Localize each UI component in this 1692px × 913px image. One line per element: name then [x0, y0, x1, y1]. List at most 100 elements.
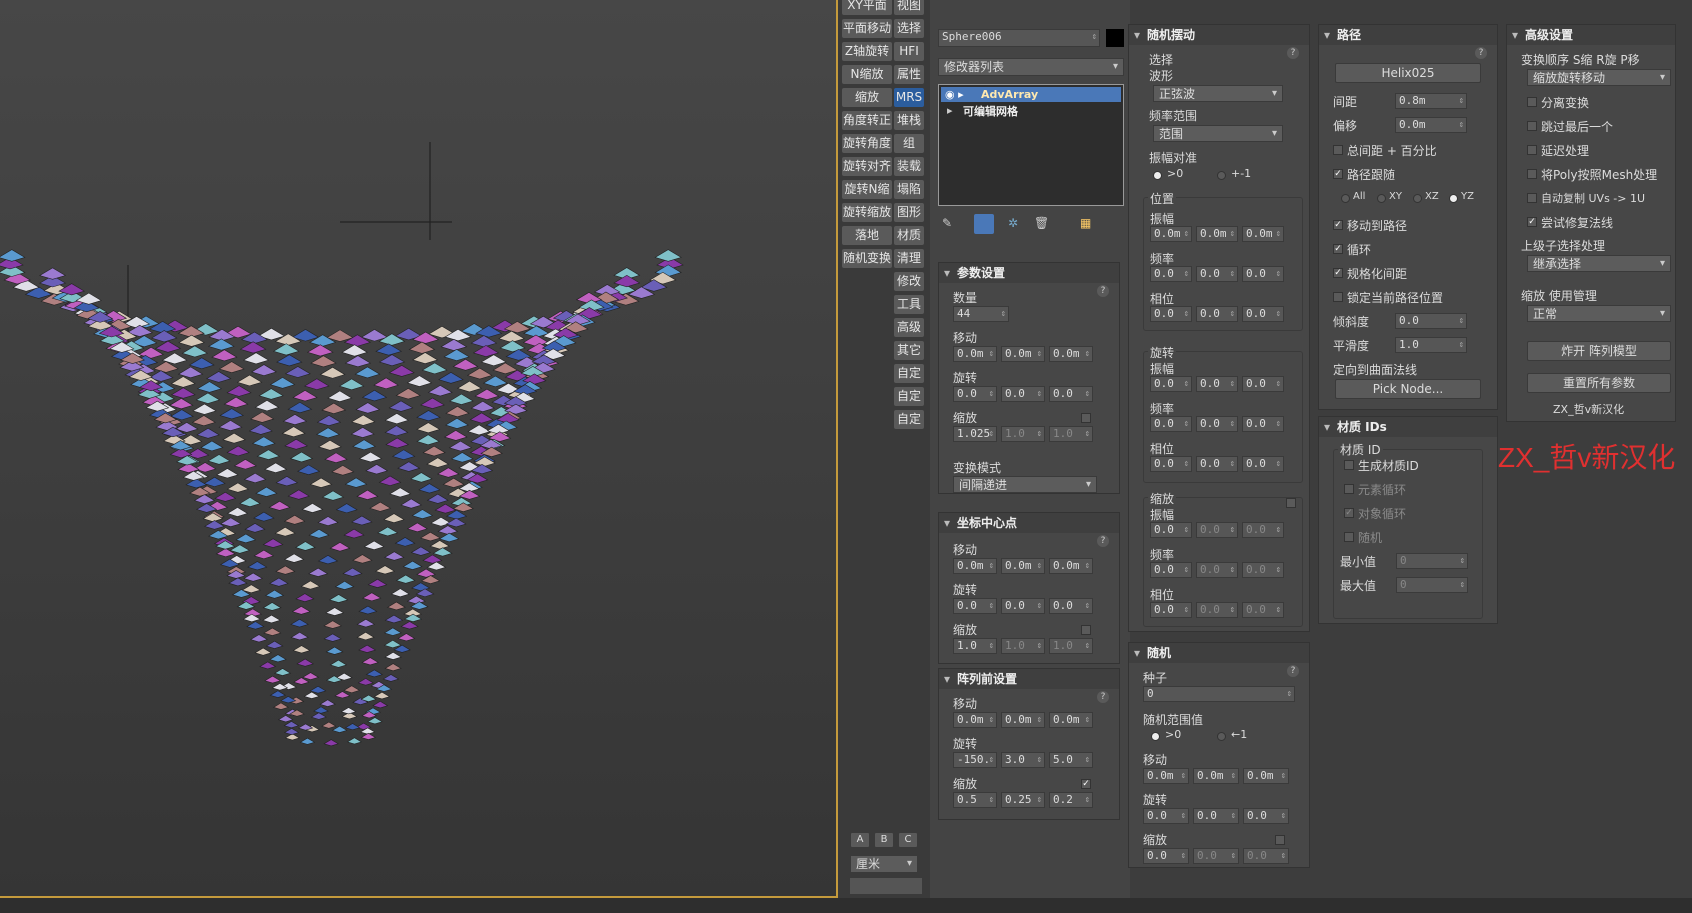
move-x[interactable]: 0.0m [953, 558, 997, 574]
scale-z[interactable]: 1.0 [1049, 638, 1093, 654]
scl-freq-z[interactable]: 0.0 [1242, 562, 1284, 578]
tool-button[interactable]: 其它 [894, 341, 924, 360]
unique-icon[interactable]: ✲ [1008, 216, 1018, 230]
tool-button[interactable]: 材质 [894, 226, 924, 245]
tool-button[interactable]: 堆栈 [894, 111, 924, 130]
rot-freq-y[interactable]: 0.0 [1196, 416, 1238, 432]
scale-x[interactable]: 0.0 [1143, 848, 1189, 864]
move-z[interactable]: 0.0m [1243, 768, 1289, 784]
rot-y[interactable]: 0.0 [1193, 808, 1239, 824]
move-y[interactable]: 0.0m [1001, 712, 1045, 728]
tool-button[interactable]: 塌陷 [894, 180, 924, 199]
tool-button[interactable]: 旋转缩放 [842, 203, 892, 222]
uniform-scale-checkbox[interactable]: ✓ [1081, 779, 1091, 789]
axis-xy-radio[interactable] [1377, 194, 1386, 203]
move-y[interactable]: 0.0m [1001, 346, 1045, 362]
a-button[interactable]: A [850, 832, 870, 848]
scl-amp-x[interactable]: 0.0 [1150, 522, 1192, 538]
help-icon[interactable]: ? [1097, 285, 1109, 297]
tool-button[interactable]: HFI [894, 42, 924, 61]
rot-x[interactable]: 0.0 [1143, 808, 1189, 824]
help-icon[interactable]: ? [1097, 691, 1109, 703]
max-spinner[interactable]: 0 [1396, 577, 1468, 593]
tool-button[interactable]: 旋转N缩 [842, 180, 892, 199]
rot-x[interactable]: -150. [953, 752, 997, 768]
tool-button[interactable]: 图形 [894, 203, 924, 222]
rot-x[interactable]: 0.0 [953, 386, 997, 402]
pos-amp-x[interactable]: 0.0m [1150, 226, 1192, 242]
advanced-rollout-title[interactable]: 高级设置 [1507, 25, 1675, 45]
axis-all-radio[interactable] [1341, 194, 1350, 203]
scl-amp-y[interactable]: 0.0 [1196, 522, 1238, 538]
move-to-checkbox[interactable]: ✓ [1333, 220, 1343, 230]
elem-checkbox[interactable] [1344, 484, 1354, 494]
object-name-field[interactable]: Sphere006 [938, 29, 1100, 47]
path-pick-button[interactable]: Helix025 [1335, 63, 1481, 83]
tool-button[interactable]: 自定 [894, 364, 924, 383]
tool-button[interactable]: 高级 [894, 318, 924, 337]
rot-phase-x[interactable]: 0.0 [1150, 456, 1192, 472]
rot-freq-z[interactable]: 0.0 [1242, 416, 1284, 432]
rot-amp-x[interactable]: 0.0 [1150, 376, 1192, 392]
scale-x[interactable]: 1.025 [953, 426, 997, 442]
rot-z[interactable]: 5.0 [1049, 752, 1093, 768]
scale-z[interactable]: 0.0 [1243, 848, 1289, 864]
opt-2-checkbox[interactable] [1527, 145, 1537, 155]
unit-dropdown[interactable]: 厘米 [850, 855, 918, 873]
scl-freq-x[interactable]: 0.0 [1150, 562, 1192, 578]
scale-y[interactable]: 1.0 [1001, 638, 1045, 654]
modifier-list-dropdown[interactable]: 修改器列表 [938, 58, 1124, 76]
modifier-stack[interactable]: AdvArray ◉ ▸ 可编辑网格 ▸ [938, 84, 1124, 206]
uniform-scale-checkbox[interactable] [1081, 413, 1091, 423]
tool-button[interactable]: 落地 [842, 226, 892, 245]
pin-icon[interactable]: ✎ [942, 216, 952, 230]
help-icon[interactable]: ? [1287, 47, 1299, 59]
c-button[interactable]: C [898, 832, 918, 848]
tool-button[interactable]: 修改 [894, 272, 924, 291]
rot-phase-y[interactable]: 0.0 [1196, 456, 1238, 472]
tool-button[interactable]: 工具 [894, 295, 924, 314]
tool-button[interactable]: 角度转正 [842, 111, 892, 130]
radio-positive[interactable] [1153, 171, 1162, 180]
wobble-rollout-title[interactable]: 随机摆动 [1129, 25, 1309, 45]
rot-z[interactable]: 0.0 [1243, 808, 1289, 824]
smooth-spinner[interactable]: 1.0 [1395, 337, 1467, 353]
explode-button[interactable]: 炸开 阵列模型 [1527, 341, 1671, 361]
scale-y[interactable]: 1.0 [1001, 426, 1045, 442]
pos-amp-z[interactable]: 0.0m [1242, 226, 1284, 242]
rot-y[interactable]: 3.0 [1001, 752, 1045, 768]
tool-button[interactable]: 视图 [894, 0, 924, 15]
gen-checkbox[interactable] [1344, 460, 1354, 470]
move-x[interactable]: 0.0m [1143, 768, 1189, 784]
trash-icon[interactable]: 🗑 [1034, 216, 1049, 230]
move-z[interactable]: 0.0m [1049, 712, 1093, 728]
move-x[interactable]: 0.0m [953, 712, 997, 728]
pos-freq-z[interactable]: 0.0 [1242, 266, 1284, 282]
uniform-scale-checkbox[interactable] [1286, 498, 1296, 508]
tool-button[interactable]: Z轴旋转 [842, 42, 892, 61]
seed-spinner[interactable]: 0 [1143, 686, 1295, 702]
pos-phase-z[interactable]: 0.0 [1242, 306, 1284, 322]
count-spinner[interactable]: 44 [953, 306, 1009, 322]
loop-checkbox[interactable]: ✓ [1333, 244, 1343, 254]
follow-checkbox[interactable]: ✓ [1333, 169, 1343, 179]
uniform-scale-checkbox[interactable] [1081, 625, 1091, 635]
nav-arrows[interactable] [850, 878, 922, 894]
scl-amp-z[interactable]: 0.0 [1242, 522, 1284, 538]
tool-button[interactable]: 清理 [894, 249, 924, 268]
rot-y[interactable]: 0.0 [1001, 386, 1045, 402]
scale-y[interactable]: 0.25 [1001, 792, 1045, 808]
path-rollout-title[interactable]: 路径 [1319, 25, 1497, 45]
normalize-checkbox[interactable]: ✓ [1333, 268, 1343, 278]
tool-button[interactable]: MRS [894, 88, 924, 107]
move-x[interactable]: 0.0m [953, 346, 997, 362]
parent-dropdown[interactable]: 继承选择 [1527, 255, 1671, 272]
expand-icon[interactable]: ▸ [947, 104, 953, 117]
configure-icon[interactable]: ▦ [1080, 216, 1091, 230]
tool-button[interactable]: 随机变换 [842, 249, 892, 268]
freq-range-dropdown[interactable]: 范围 [1153, 125, 1283, 142]
rot-phase-z[interactable]: 0.0 [1242, 456, 1284, 472]
pos-phase-x[interactable]: 0.0 [1150, 306, 1192, 322]
move-z[interactable]: 0.0m [1049, 346, 1093, 362]
object-color-swatch[interactable] [1106, 29, 1124, 47]
